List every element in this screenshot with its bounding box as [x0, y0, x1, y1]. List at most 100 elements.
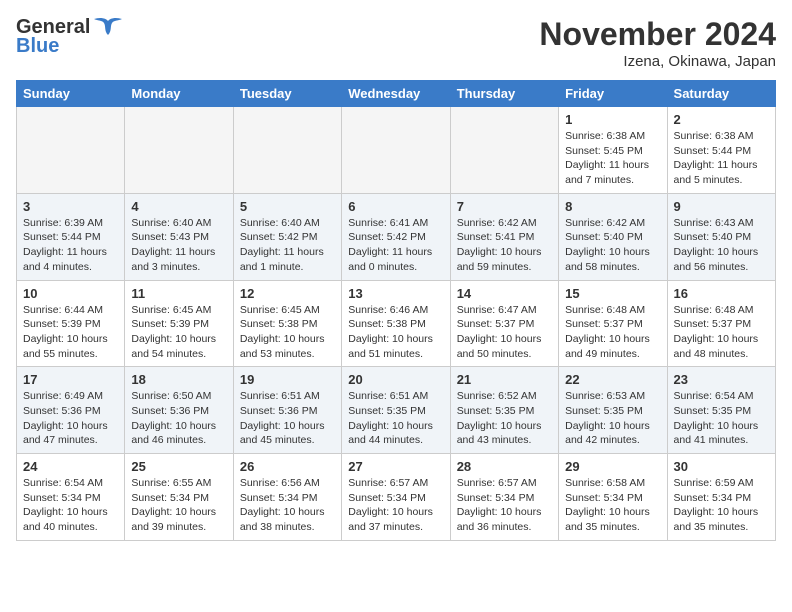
day-info: Sunrise: 6:44 AMSunset: 5:39 PMDaylight:…	[23, 303, 118, 362]
calendar-cell: 25 Sunrise: 6:55 AMSunset: 5:34 PMDayligh…	[125, 454, 233, 541]
day-number: 11	[131, 286, 226, 301]
day-number: 17	[23, 372, 118, 387]
day-info: Sunrise: 6:59 AMSunset: 5:34 PMDaylight:…	[674, 476, 769, 535]
day-info: Sunrise: 6:41 AMSunset: 5:42 PMDaylight:…	[348, 216, 443, 275]
calendar-cell	[233, 107, 341, 194]
day-number: 19	[240, 372, 335, 387]
day-number: 14	[457, 286, 552, 301]
day-number: 12	[240, 286, 335, 301]
day-info: Sunrise: 6:43 AMSunset: 5:40 PMDaylight:…	[674, 216, 769, 275]
day-number: 29	[565, 459, 660, 474]
logo-bird-icon	[94, 17, 122, 39]
calendar-cell: 1 Sunrise: 6:38 AMSunset: 5:45 PMDaylight…	[559, 107, 667, 194]
day-info: Sunrise: 6:48 AMSunset: 5:37 PMDaylight:…	[565, 303, 660, 362]
title-area: November 2024 Izena, Okinawa, Japan	[539, 16, 776, 70]
calendar-day-header-saturday: Saturday	[667, 81, 775, 107]
calendar-cell: 28 Sunrise: 6:57 AMSunset: 5:34 PMDayligh…	[450, 454, 558, 541]
calendar-cell: 17 Sunrise: 6:49 AMSunset: 5:36 PMDayligh…	[17, 367, 125, 454]
day-info: Sunrise: 6:53 AMSunset: 5:35 PMDaylight:…	[565, 389, 660, 448]
calendar-cell: 9 Sunrise: 6:43 AMSunset: 5:40 PMDaylight…	[667, 193, 775, 280]
day-info: Sunrise: 6:51 AMSunset: 5:36 PMDaylight:…	[240, 389, 335, 448]
day-info: Sunrise: 6:51 AMSunset: 5:35 PMDaylight:…	[348, 389, 443, 448]
day-number: 5	[240, 199, 335, 214]
location-title: Izena, Okinawa, Japan	[539, 53, 776, 70]
day-info: Sunrise: 6:40 AMSunset: 5:43 PMDaylight:…	[131, 216, 226, 275]
day-number: 16	[674, 286, 769, 301]
logo-blue-text: Blue	[16, 35, 59, 58]
day-info: Sunrise: 6:58 AMSunset: 5:34 PMDaylight:…	[565, 476, 660, 535]
day-number: 6	[348, 199, 443, 214]
calendar-cell: 24 Sunrise: 6:54 AMSunset: 5:34 PMDayligh…	[17, 454, 125, 541]
calendar-week-row: 1 Sunrise: 6:38 AMSunset: 5:45 PMDaylight…	[17, 107, 776, 194]
calendar-cell	[342, 107, 450, 194]
calendar-cell: 19 Sunrise: 6:51 AMSunset: 5:36 PMDayligh…	[233, 367, 341, 454]
day-info: Sunrise: 6:42 AMSunset: 5:41 PMDaylight:…	[457, 216, 552, 275]
calendar-cell: 14 Sunrise: 6:47 AMSunset: 5:37 PMDayligh…	[450, 280, 558, 367]
calendar-cell: 12Sunrise: 6:45 AMSunset: 5:38 PMDayligh…	[233, 280, 341, 367]
calendar-day-header-thursday: Thursday	[450, 81, 558, 107]
day-info: Sunrise: 6:54 AMSunset: 5:34 PMDaylight:…	[23, 476, 118, 535]
day-number: 13	[348, 286, 443, 301]
calendar-cell	[450, 107, 558, 194]
day-number: 7	[457, 199, 552, 214]
day-info: Sunrise: 6:54 AMSunset: 5:35 PMDaylight:…	[674, 389, 769, 448]
calendar-cell: 11 Sunrise: 6:45 AMSunset: 5:39 PMDayligh…	[125, 280, 233, 367]
day-number: 8	[565, 199, 660, 214]
calendar-week-row: 24 Sunrise: 6:54 AMSunset: 5:34 PMDayligh…	[17, 454, 776, 541]
calendar-week-row: 3 Sunrise: 6:39 AMSunset: 5:44 PMDaylight…	[17, 193, 776, 280]
day-info: Sunrise: 6:40 AMSunset: 5:42 PMDaylight:…	[240, 216, 335, 275]
calendar-header-row: SundayMondayTuesdayWednesdayThursdayFrid…	[17, 81, 776, 107]
calendar-day-header-monday: Monday	[125, 81, 233, 107]
calendar-cell	[17, 107, 125, 194]
calendar-cell: 7 Sunrise: 6:42 AMSunset: 5:41 PMDaylight…	[450, 193, 558, 280]
day-info: Sunrise: 6:56 AMSunset: 5:34 PMDaylight:…	[240, 476, 335, 535]
day-info: Sunrise: 6:45 AMSunset: 5:39 PMDaylight:…	[131, 303, 226, 362]
day-number: 21	[457, 372, 552, 387]
calendar-cell: 3 Sunrise: 6:39 AMSunset: 5:44 PMDaylight…	[17, 193, 125, 280]
calendar-cell: 26 Sunrise: 6:56 AMSunset: 5:34 PMDayligh…	[233, 454, 341, 541]
calendar-cell: 29 Sunrise: 6:58 AMSunset: 5:34 PMDayligh…	[559, 454, 667, 541]
calendar-day-header-wednesday: Wednesday	[342, 81, 450, 107]
day-info: Sunrise: 6:48 AMSunset: 5:37 PMDaylight:…	[674, 303, 769, 362]
calendar-cell: 23Sunrise: 6:54 AMSunset: 5:35 PMDayligh…	[667, 367, 775, 454]
day-info: Sunrise: 6:38 AMSunset: 5:45 PMDaylight:…	[565, 129, 660, 188]
calendar-cell: 15 Sunrise: 6:48 AMSunset: 5:37 PMDayligh…	[559, 280, 667, 367]
calendar-cell: 5 Sunrise: 6:40 AMSunset: 5:42 PMDaylight…	[233, 193, 341, 280]
calendar-cell: 30Sunrise: 6:59 AMSunset: 5:34 PMDayligh…	[667, 454, 775, 541]
calendar-cell: 4 Sunrise: 6:40 AMSunset: 5:43 PMDaylight…	[125, 193, 233, 280]
calendar-cell: 18 Sunrise: 6:50 AMSunset: 5:36 PMDayligh…	[125, 367, 233, 454]
day-info: Sunrise: 6:50 AMSunset: 5:36 PMDaylight:…	[131, 389, 226, 448]
day-number: 3	[23, 199, 118, 214]
day-number: 25	[131, 459, 226, 474]
day-info: Sunrise: 6:49 AMSunset: 5:36 PMDaylight:…	[23, 389, 118, 448]
day-number: 18	[131, 372, 226, 387]
day-number: 24	[23, 459, 118, 474]
calendar-cell: 27 Sunrise: 6:57 AMSunset: 5:34 PMDayligh…	[342, 454, 450, 541]
day-number: 26	[240, 459, 335, 474]
calendar-table: SundayMondayTuesdayWednesdayThursdayFrid…	[16, 80, 776, 541]
day-info: Sunrise: 6:46 AMSunset: 5:38 PMDaylight:…	[348, 303, 443, 362]
day-number: 28	[457, 459, 552, 474]
calendar-week-row: 10Sunrise: 6:44 AMSunset: 5:39 PMDayligh…	[17, 280, 776, 367]
day-number: 1	[565, 112, 660, 127]
day-info: Sunrise: 6:47 AMSunset: 5:37 PMDaylight:…	[457, 303, 552, 362]
day-number: 15	[565, 286, 660, 301]
calendar-cell: 16 Sunrise: 6:48 AMSunset: 5:37 PMDayligh…	[667, 280, 775, 367]
calendar-cell: 6 Sunrise: 6:41 AMSunset: 5:42 PMDaylight…	[342, 193, 450, 280]
day-info: Sunrise: 6:57 AMSunset: 5:34 PMDaylight:…	[348, 476, 443, 535]
calendar-week-row: 17 Sunrise: 6:49 AMSunset: 5:36 PMDayligh…	[17, 367, 776, 454]
day-info: Sunrise: 6:38 AMSunset: 5:44 PMDaylight:…	[674, 129, 769, 188]
day-number: 2	[674, 112, 769, 127]
day-info: Sunrise: 6:52 AMSunset: 5:35 PMDaylight:…	[457, 389, 552, 448]
day-info: Sunrise: 6:39 AMSunset: 5:44 PMDaylight:…	[23, 216, 118, 275]
day-number: 9	[674, 199, 769, 214]
day-number: 27	[348, 459, 443, 474]
logo: General Blue	[16, 16, 122, 58]
day-info: Sunrise: 6:55 AMSunset: 5:34 PMDaylight:…	[131, 476, 226, 535]
calendar-cell: 13 Sunrise: 6:46 AMSunset: 5:38 PMDayligh…	[342, 280, 450, 367]
calendar-day-header-sunday: Sunday	[17, 81, 125, 107]
day-info: Sunrise: 6:57 AMSunset: 5:34 PMDaylight:…	[457, 476, 552, 535]
day-number: 22	[565, 372, 660, 387]
month-title: November 2024	[539, 16, 776, 53]
day-number: 4	[131, 199, 226, 214]
